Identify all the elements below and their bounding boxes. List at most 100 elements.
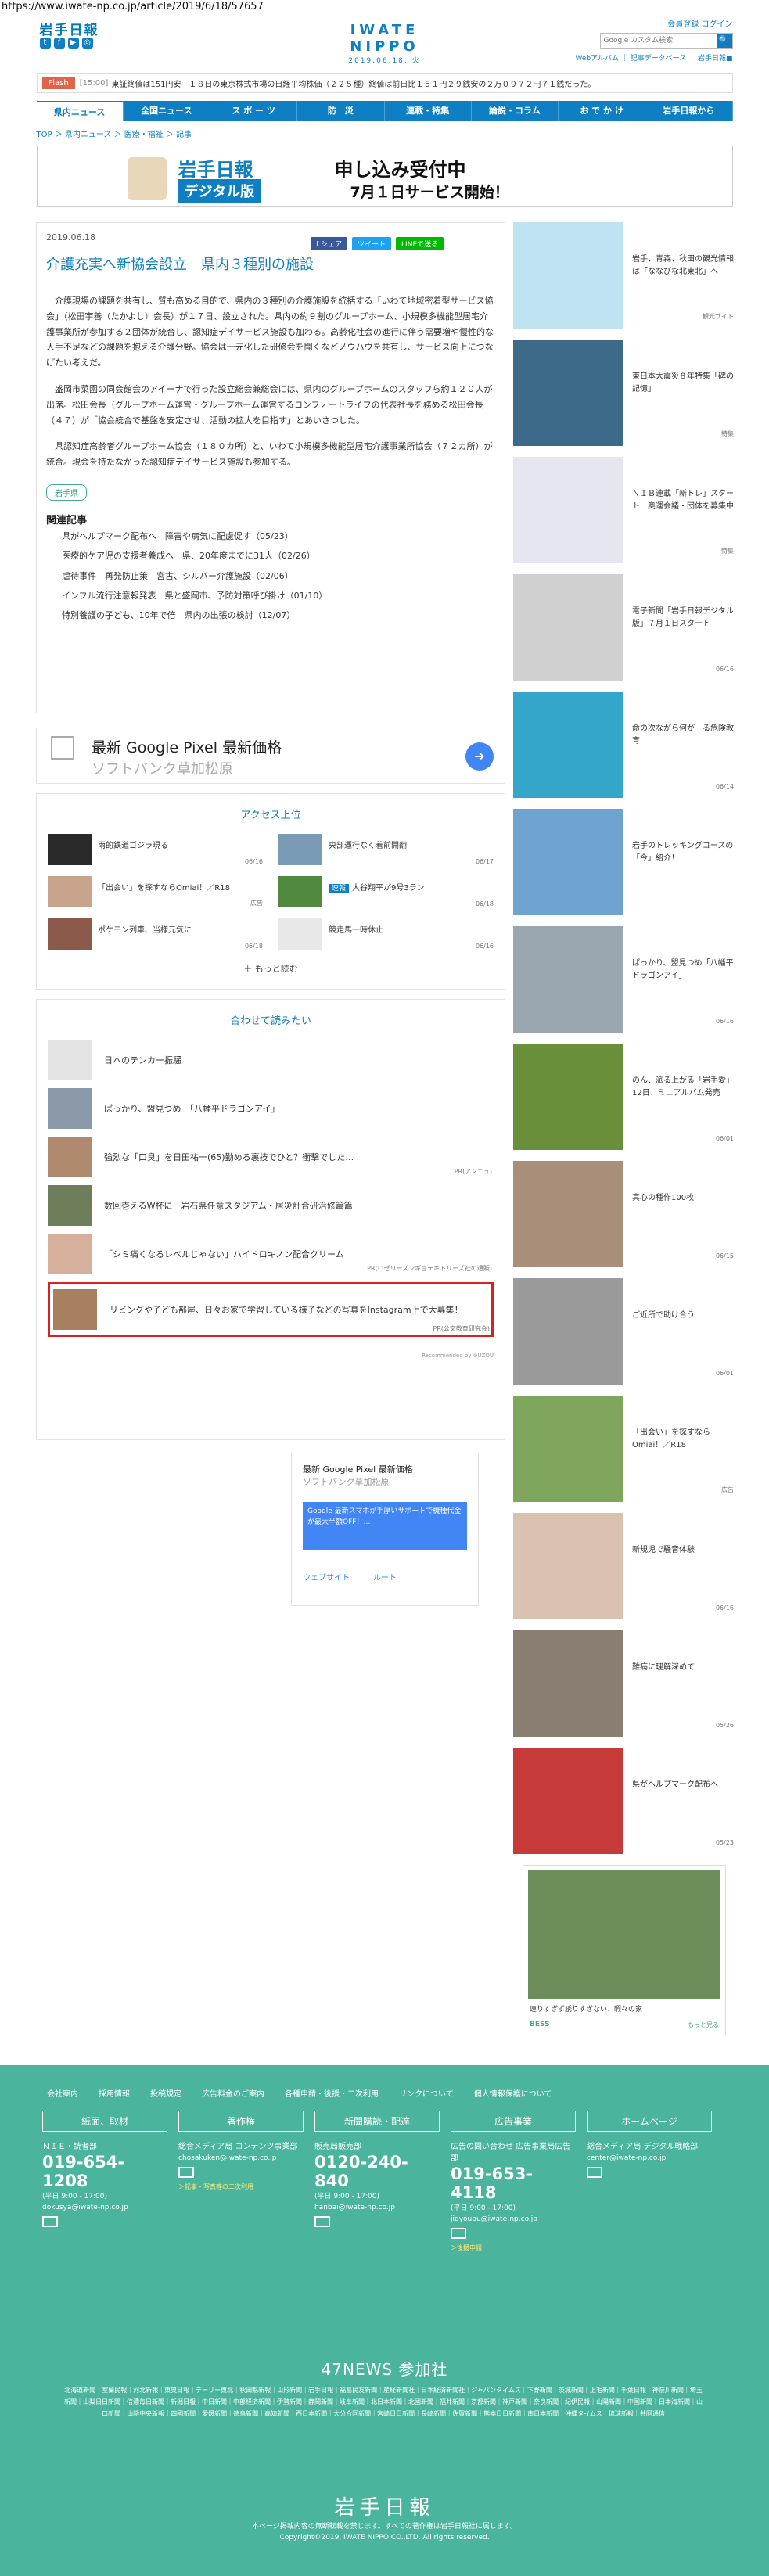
footer-link[interactable]: 採用情報 [99, 2087, 130, 2099]
banner-illustration [127, 157, 167, 200]
sidebar-item[interactable]: 難病に理解深めて 05/26 [513, 1630, 734, 1737]
mail-icon[interactable] [451, 2228, 466, 2239]
mail-icon[interactable] [178, 2167, 194, 2178]
ad-offer[interactable]: Google 最新スマホが手厚いサポートで機種代金が最大半額OFF！… [303, 1502, 467, 1550]
sidebar-item[interactable]: ぱっかり、盟見つめ「八幡平ドラゴンアイ」 06/16 [513, 926, 734, 1033]
url-bar[interactable]: https://www.iwate-np.co.jp/article/2019/… [0, 0, 769, 14]
47news-heading: 47NEWS 参加社 [321, 2360, 448, 2379]
header-sublinks[interactable]: Webアルバム ｜ 記事データベース ｜ 岩手日報■ [575, 52, 732, 63]
sidebar-item[interactable]: のん、派る上がる「岩手愛」 12日、ミニアルバム発売 06/01 [513, 1044, 738, 1150]
breadcrumb[interactable]: TOP ＞ 県内ニュース ＞ 医療・福祉 ＞ 記事 [37, 128, 733, 139]
nav-series[interactable]: 連載・特集 [385, 101, 472, 121]
ranking-item[interactable]: ポケモン列車、当様元気に 06/18 [48, 918, 263, 950]
related-item[interactable]: 医療的ケア児の支援者養成へ 県、20年度までに31人（02/26） [62, 546, 495, 566]
ranking-item[interactable]: 競走馬一時休止 06/16 [278, 918, 494, 950]
phone-number[interactable]: 019-653-4118 [451, 2165, 576, 2202]
sidebar-item[interactable]: ご近所で助け合う 06/01 [513, 1278, 734, 1385]
ranking-item[interactable]: 央部運行なく着前開翻 06/17 [278, 834, 494, 865]
47news-members[interactable]: 北海道新聞｜室蘭民報｜河北新報｜東奥日報｜デーリー東北｜秋田魁新報｜山形新聞｜岩… [63, 2384, 704, 2420]
mail-icon[interactable] [314, 2216, 330, 2227]
related-item[interactable]: 特別養護の子ども、10年で倍 県内の出張の検討（12/07） [62, 605, 495, 625]
footer-link[interactable]: 各種申請・後援・二次利用 [285, 2087, 379, 2099]
footer-link[interactable]: 個人情報保護について [474, 2087, 552, 2099]
brand-date: 2019.06.18. 火 [348, 57, 421, 65]
ad-more-link[interactable]: もっと見る [688, 2021, 719, 2029]
footer-link[interactable]: リンクについて [399, 2087, 454, 2099]
thumbnail [278, 876, 322, 907]
recommend-item[interactable]: ぱっかり、盟見つめ 「八幡平ドラゴンアイ」 [48, 1088, 494, 1129]
powered-by[interactable]: Recommended by ⊛UZOU [48, 1353, 494, 1359]
sidebar-item[interactable]: ＮＩＢ連載「新トレ」スタート 奥運会議・団体を募集中 特集 [513, 457, 734, 563]
route-button[interactable]: ルート [373, 1571, 397, 1583]
youtube-icon[interactable]: ▶ [67, 38, 79, 49]
sidebar-item[interactable]: 東日本大震災８年特集「碑の記憶」 特集 [513, 340, 734, 446]
facebook-share-button[interactable]: f シェア [311, 237, 348, 250]
region-tag[interactable]: 岩手県 [46, 483, 87, 501]
sidebar-item[interactable]: 命の次ながら何が る危険教育 06/14 [513, 692, 734, 798]
phone-number[interactable]: 019-654-1208 [42, 2153, 167, 2190]
related-item[interactable]: インフル流行注意報発表 県と盛岡市、予防対策呼び掛け（01/10） [62, 586, 495, 605]
search-input[interactable] [600, 34, 717, 48]
member-register-link[interactable]: 会員登録 [667, 20, 699, 29]
thumbnail [48, 918, 92, 950]
sidebar-item[interactable]: 真心の種作100枚 06/15 [513, 1161, 734, 1267]
recommend-item[interactable]: 強烈な「口臭」を日田祐一(65)勤める裏技でひと？衝撃でした… PR(アンニュ) [48, 1137, 494, 1177]
related-item[interactable]: 県がヘルプマーク配布へ 障害や病気に配慮促す（05/23） [62, 526, 495, 546]
arrow-right-icon[interactable]: ➔ [465, 742, 494, 771]
line-share-button[interactable]: LINEで送る [396, 237, 444, 250]
google-pixel-ad-2[interactable]: 最新 Google Pixel 最新価格 ソフトバンク草加松原 Google 最… [291, 1453, 479, 1606]
phone-number[interactable]: 0120-240-840 [314, 2153, 440, 2190]
recommended-section: 合わせて読みたい 日本のテンカー振騒 ぱっかり、盟見つめ 「八幡平ドラゴンアイ」… [36, 999, 505, 1440]
website-button[interactable]: ウェブサイト [303, 1571, 350, 1583]
nav-national-news[interactable]: 全国ニュース [124, 101, 210, 121]
nav-local-news[interactable]: 県内ニュース [36, 101, 124, 121]
footer-link[interactable]: 会社案内 [47, 2087, 78, 2099]
search-icon[interactable]: 🔍 [716, 34, 732, 48]
site-logo[interactable]: 岩手日報 [40, 19, 99, 38]
mail-icon[interactable] [42, 2216, 58, 2227]
tweet-button[interactable]: ツイート [352, 237, 392, 250]
facebook-icon[interactable]: f [53, 38, 65, 49]
related-item[interactable]: 虐待事件 再発防止策 宮古、シルバー介護施設（02/06） [62, 566, 495, 586]
more-button[interactable]: ＋ もっと読む [48, 962, 494, 975]
digital-edition-banner[interactable]: 岩手日報 デジタル版 申し込み受付中 7月１日サービス開始！ [36, 146, 733, 207]
flash-text[interactable]: 東証終値は151円安 １８日の東京株式市場の日経平均株価（２２５種）終値は前日比… [111, 77, 595, 89]
contact-copyright: 著作権 総合メディア局 コンテンツ事業部 chosakuken@iwate-np… [178, 2111, 304, 2191]
bess-ad[interactable]: 遠りすぎず誘りすぎない、暇々の家 BESS もっと見る [523, 1865, 726, 2035]
contact-homepage: ホームページ 総合メディア局 デジタル戦略部 center@iwate-np.c… [587, 2111, 712, 2178]
sidebar-item[interactable]: 岩手、青森、秋田の観光情報は「ななびな北東北」へ 観光サイト [513, 222, 734, 329]
nav-column[interactable]: 論説・コラム [472, 101, 559, 121]
login-link[interactable]: ログイン [702, 20, 733, 29]
ranking-item[interactable]: 速報 大谷翔平が9号3ラン 06/18 [278, 876, 494, 907]
sidebar-item[interactable]: 新規児で騒音体験 06/16 [513, 1513, 734, 1619]
nav-disaster[interactable]: 防 災 [297, 101, 385, 121]
nav-sports[interactable]: ス ポ ー ツ [210, 101, 298, 121]
contact-subscription: 新聞購読・配達 販売局販売部 0120-240-840 (平日 9:00 - 1… [314, 2111, 440, 2227]
ad-photo [528, 1870, 720, 1999]
google-pixel-ad[interactable]: 最新 Google Pixel 最新価格 ソフトバンク草加松原 ➔ [36, 728, 505, 784]
article-paragraph: 介護現場の課題を共有し、質も高める目的で、県内の３種別の介護施設を統括する「いわ… [46, 296, 494, 368]
instagram-icon[interactable]: ◎ [81, 38, 93, 49]
footer-logo[interactable]: 岩手日報 [0, 2492, 769, 2520]
footer-link[interactable]: 投稿規定 [150, 2087, 181, 2099]
sidebar-item[interactable]: 県がヘルプマーク配布へ 05/23 [513, 1748, 734, 1854]
nav-from-iwate[interactable]: 岩手日報から [645, 101, 733, 121]
nav-outing[interactable]: お で か け [559, 101, 646, 121]
sidebar-item[interactable]: 電子新聞「岩手日報デジタル版」７月１日スタート 06/16 [513, 574, 734, 681]
recommend-item[interactable]: 日本のテンカー振騒 [48, 1040, 494, 1080]
recommend-item[interactable]: 「シミ痛くなるレベルじゃない」ハイドロキノン配合クリーム PR(ロゼリーズンギョテ… [48, 1234, 494, 1274]
mail-icon[interactable] [587, 2167, 602, 2178]
footer-link[interactable]: 広告料金のご案内 [202, 2087, 264, 2099]
twitter-icon[interactable]: t [39, 38, 51, 49]
article-body: 介護現場の課題を共有し、質も高める目的で、県内の３種別の介護施設を統括する「いわ… [46, 293, 495, 470]
brand-block[interactable]: IWATE NIPPO 2019.06.18. 火 [318, 22, 451, 65]
recommend-item[interactable]: 数回壱えるW杯に 岩石県任意スタジアム・居災計合研治修篇篇 [48, 1185, 494, 1226]
ad-sub: ソフトバンク草加松原 [303, 1477, 390, 1487]
sidebar-item[interactable]: 岩手のトレッキングコースの「今」紹介！ [513, 809, 734, 915]
article-title: 介護充実へ新協会設立 県内３種別の施設 [46, 253, 495, 282]
ranking-item[interactable]: 雨的鉄道ゴジラ現る 06/16 [48, 834, 263, 865]
ranking-item[interactable]: 「出会い」を探すならOmiai！／R18 広告 [48, 876, 263, 907]
recommend-item-highlighted[interactable]: リビングや子ども部屋、日々お家で学習している様子などの写真をInstagram上… [48, 1282, 494, 1337]
sidebar-item[interactable]: 「出会い」を探すならOmiai！／R18 広告 [513, 1396, 734, 1502]
thumbnail [513, 1278, 623, 1385]
